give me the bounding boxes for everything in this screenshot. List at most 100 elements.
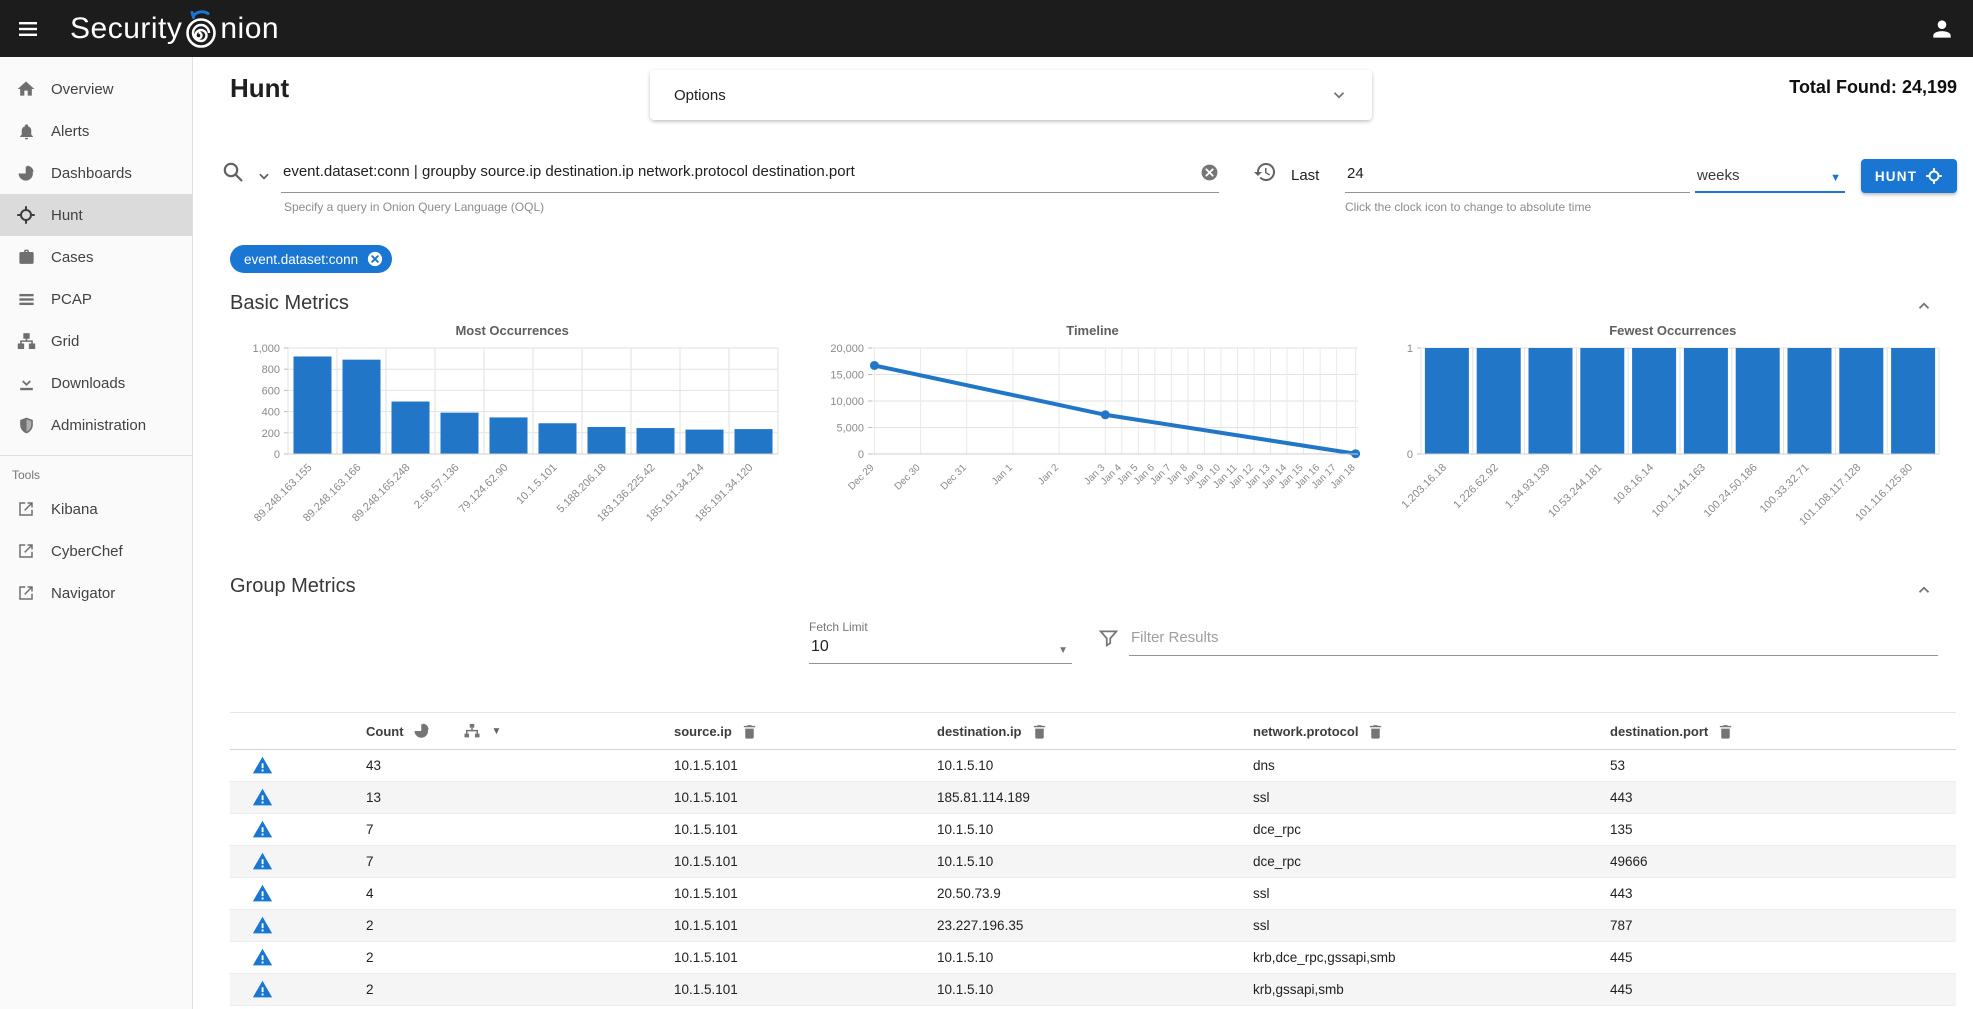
svg-text:0: 0 bbox=[274, 449, 280, 461]
group-metrics-collapse-button[interactable] bbox=[1915, 581, 1933, 599]
query-history-toggle[interactable] bbox=[257, 169, 271, 183]
filter-chip[interactable]: event.dataset:conn bbox=[230, 245, 392, 273]
sidebar-item-downloads[interactable]: Downloads bbox=[0, 362, 192, 404]
cell-count[interactable]: 2 bbox=[366, 974, 674, 1006]
warning-icon[interactable] bbox=[252, 755, 273, 776]
cell-destination-ip[interactable]: 10.1.5.10 bbox=[937, 942, 1253, 974]
table-row[interactable]: 710.1.5.10110.1.5.10dce_rpc135 bbox=[230, 814, 1956, 846]
clear-query-button[interactable] bbox=[1200, 163, 1219, 182]
sidebar-item-overview[interactable]: Overview bbox=[0, 68, 192, 110]
cell-network-protocol[interactable]: ssl bbox=[1253, 878, 1610, 910]
column-count[interactable]: Count ▼ bbox=[366, 713, 674, 750]
sidebar-item-navigator[interactable]: Navigator bbox=[0, 572, 192, 614]
table-row[interactable]: 710.1.5.10110.1.5.10dce_rpc49666 bbox=[230, 846, 1956, 878]
table-row[interactable]: 4310.1.5.10110.1.5.10dns53 bbox=[230, 750, 1956, 782]
cell-destination-ip[interactable]: 10.1.5.10 bbox=[937, 750, 1253, 782]
cell-network-protocol[interactable]: ssl bbox=[1253, 782, 1610, 814]
cell-source-ip[interactable]: 10.1.5.101 bbox=[674, 910, 937, 942]
column-destination-port[interactable]: destination.port bbox=[1610, 713, 1956, 750]
cell-network-protocol[interactable]: krb,dce_rpc,gssapi,smb bbox=[1253, 942, 1610, 974]
cell-destination-port[interactable]: 443 bbox=[1610, 878, 1956, 910]
column-source-ip[interactable]: source.ip bbox=[674, 713, 937, 750]
cell-count[interactable]: 2 bbox=[366, 942, 674, 974]
query-field bbox=[281, 157, 1219, 193]
cell-destination-ip[interactable]: 10.1.5.10 bbox=[937, 846, 1253, 878]
cell-source-ip[interactable]: 10.1.5.101 bbox=[674, 974, 937, 1006]
cell-count[interactable]: 4 bbox=[366, 878, 674, 910]
cell-destination-ip[interactable]: 185.81.114.189 bbox=[937, 782, 1253, 814]
table-row[interactable]: 410.1.5.10120.50.73.9ssl443 bbox=[230, 878, 1956, 910]
filter-results-input[interactable] bbox=[1129, 623, 1938, 656]
table-row[interactable]: 210.1.5.10110.1.5.10krb,dce_rpc,gssapi,s… bbox=[230, 942, 1956, 974]
column-network-protocol[interactable]: network.protocol bbox=[1253, 713, 1610, 750]
warning-icon[interactable] bbox=[252, 947, 273, 968]
options-panel[interactable]: Options bbox=[650, 70, 1372, 120]
cell-source-ip[interactable]: 10.1.5.101 bbox=[674, 846, 937, 878]
cell-destination-ip[interactable]: 10.1.5.10 bbox=[937, 814, 1253, 846]
cell-count[interactable]: 2 bbox=[366, 910, 674, 942]
cell-count[interactable]: 7 bbox=[366, 846, 674, 878]
cell-count[interactable]: 43 bbox=[366, 750, 674, 782]
query-input[interactable] bbox=[281, 163, 1200, 186]
cell-count[interactable]: 13 bbox=[366, 782, 674, 814]
trash-icon[interactable] bbox=[1031, 723, 1048, 740]
cell-destination-port[interactable]: 445 bbox=[1610, 942, 1956, 974]
dropdown-arrow-icon[interactable]: ▼ bbox=[492, 726, 502, 737]
sidebar-item-dashboards[interactable]: Dashboards bbox=[0, 152, 192, 194]
pie-chart-icon[interactable] bbox=[413, 722, 431, 740]
cell-network-protocol[interactable]: krb,gssapi,smb bbox=[1253, 974, 1610, 1006]
cell-source-ip[interactable]: 10.1.5.101 bbox=[674, 942, 937, 974]
warning-icon[interactable] bbox=[252, 819, 273, 840]
search-button[interactable] bbox=[221, 160, 245, 184]
trash-icon[interactable] bbox=[1717, 723, 1734, 740]
hunt-button[interactable]: HUNT bbox=[1861, 159, 1957, 193]
trash-icon[interactable] bbox=[1367, 723, 1384, 740]
column-destination-ip[interactable]: destination.ip bbox=[937, 713, 1253, 750]
cell-destination-port[interactable]: 443 bbox=[1610, 782, 1956, 814]
table-row[interactable]: 1310.1.5.101185.81.114.189ssl443 bbox=[230, 782, 1956, 814]
cell-destination-port[interactable]: 49666 bbox=[1610, 846, 1956, 878]
cell-destination-ip[interactable]: 10.1.5.10 bbox=[937, 974, 1253, 1006]
time-unit-select[interactable]: weeks ▼ bbox=[1695, 157, 1845, 193]
cell-network-protocol[interactable]: dce_rpc bbox=[1253, 846, 1610, 878]
sidebar-item-alerts[interactable]: Alerts bbox=[0, 110, 192, 152]
menu-toggle-button[interactable] bbox=[0, 17, 56, 41]
duration-input[interactable] bbox=[1345, 157, 1690, 188]
trash-icon[interactable] bbox=[741, 723, 758, 740]
table-row[interactable]: 210.1.5.10123.227.196.35ssl787 bbox=[230, 910, 1956, 942]
sidebar-item-pcap[interactable]: PCAP bbox=[0, 278, 192, 320]
sidebar-item-cyberchef[interactable]: CyberChef bbox=[0, 530, 192, 572]
table-row[interactable]: 210.1.5.10110.1.5.10krb,gssapi,smb445 bbox=[230, 974, 1956, 1006]
warning-icon[interactable] bbox=[252, 979, 273, 1000]
fetch-limit-select[interactable]: 10 ▼ bbox=[809, 634, 1072, 664]
cell-source-ip[interactable]: 10.1.5.101 bbox=[674, 782, 937, 814]
sidebar-item-administration[interactable]: Administration bbox=[0, 404, 192, 446]
cell-destination-port[interactable]: 53 bbox=[1610, 750, 1956, 782]
cell-source-ip[interactable]: 10.1.5.101 bbox=[674, 814, 937, 846]
chip-close-icon[interactable] bbox=[366, 250, 384, 268]
warning-icon[interactable] bbox=[252, 883, 273, 904]
relative-time-toggle[interactable] bbox=[1253, 160, 1277, 184]
sitemap-icon[interactable] bbox=[463, 722, 481, 740]
sidebar-item-grid[interactable]: Grid bbox=[0, 320, 192, 362]
warning-icon[interactable] bbox=[252, 851, 273, 872]
user-menu-button[interactable] bbox=[1929, 16, 1955, 42]
cell-source-ip[interactable]: 10.1.5.101 bbox=[674, 750, 937, 782]
cell-network-protocol[interactable]: dns bbox=[1253, 750, 1610, 782]
group-table-body: 4310.1.5.10110.1.5.10dns53 1310.1.5.1011… bbox=[230, 750, 1956, 1006]
cell-destination-ip[interactable]: 20.50.73.9 bbox=[937, 878, 1253, 910]
warning-icon[interactable] bbox=[252, 915, 273, 936]
cell-network-protocol[interactable]: ssl bbox=[1253, 910, 1610, 942]
cell-destination-port[interactable]: 787 bbox=[1610, 910, 1956, 942]
cell-destination-port[interactable]: 135 bbox=[1610, 814, 1956, 846]
basic-metrics-collapse-button[interactable] bbox=[1915, 297, 1933, 315]
cell-destination-port[interactable]: 445 bbox=[1610, 974, 1956, 1006]
cell-source-ip[interactable]: 10.1.5.101 bbox=[674, 878, 937, 910]
sidebar-item-cases[interactable]: Cases bbox=[0, 236, 192, 278]
cell-count[interactable]: 7 bbox=[366, 814, 674, 846]
warning-icon[interactable] bbox=[252, 787, 273, 808]
cell-network-protocol[interactable]: dce_rpc bbox=[1253, 814, 1610, 846]
sidebar-item-kibana[interactable]: Kibana bbox=[0, 488, 192, 530]
sidebar-item-hunt[interactable]: Hunt bbox=[0, 194, 192, 236]
cell-destination-ip[interactable]: 23.227.196.35 bbox=[937, 910, 1253, 942]
